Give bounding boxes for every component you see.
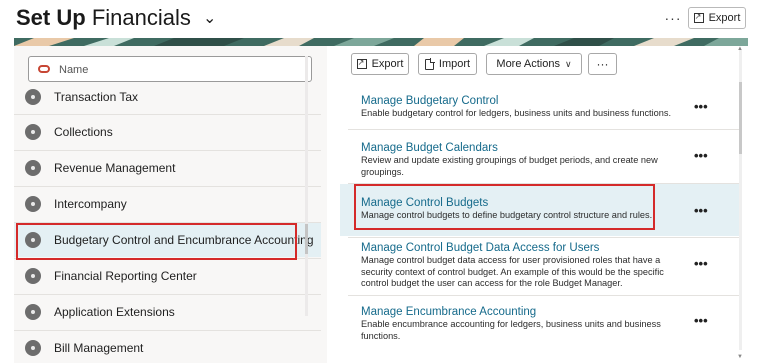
import-button[interactable]: Import [418,53,477,75]
task-link[interactable]: Manage Control Budgets [361,197,488,209]
task-row[interactable]: Manage Budget Calendars Review and updat… [340,130,740,182]
functional-area-icon [25,232,41,248]
export-icon [693,11,704,23]
export-icon [356,57,367,69]
functional-area-item[interactable]: Revenue Management [14,151,321,185]
search-field[interactable] [28,56,312,82]
chevron-down-icon[interactable]: ⌄ [203,6,216,32]
functional-area-label: Application Extensions [54,305,175,319]
task-link[interactable]: Manage Encumbrance Accounting [361,306,536,318]
task-actions-button[interactable]: ••• [694,313,708,328]
search-icon [38,65,50,73]
functional-area-item[interactable]: Financial Reporting Center [14,259,321,293]
functional-area-icon [25,340,41,356]
import-button-label: Import [438,58,471,70]
task-description: Review and update existing groupings of … [361,155,658,177]
task-actions-button[interactable]: ••• [694,203,708,218]
toolbar-overflow-button[interactable]: ··· [588,53,617,75]
page-title-bold: Set Up [16,5,86,30]
task-description: Manage control budget data access for us… [361,255,664,288]
task-link[interactable]: Manage Control Budget Data Access for Us… [361,242,599,254]
page-title-offering: Financials [91,5,191,30]
left-scrollbar-track[interactable] [305,56,308,316]
task-description: Enable budgetary control for ledgers, bu… [361,108,672,118]
functional-area-icon [25,160,41,176]
functional-area-label: Budgetary Control and Encumbrance Accoun… [54,233,314,247]
scroll-up-icon[interactable]: ▲ [737,46,743,52]
functional-area-label: Intercompany [54,197,127,211]
functional-areas-panel: Transaction Tax Collections Revenue Mana… [14,46,327,363]
more-actions-label: More Actions [496,58,560,70]
task-actions-button[interactable]: ••• [694,256,708,271]
task-row[interactable]: Manage Encumbrance Accounting Enable enc… [340,296,740,356]
functional-area-icon [25,304,41,320]
functional-area-item[interactable]: Application Extensions [14,295,321,329]
task-link[interactable]: Manage Budgetary Control [361,95,498,107]
functional-area-item[interactable]: Transaction Tax [14,80,321,114]
task-row-selected[interactable]: Manage Control Budgets Manage control bu… [340,184,740,236]
functional-area-label: Bill Management [54,341,144,355]
task-actions-button[interactable]: ••• [694,148,708,163]
export-button[interactable]: Export [351,53,409,75]
left-scrollbar-thumb[interactable] [305,224,308,254]
import-icon [424,57,435,70]
chevron-down-icon: ∨ [565,58,572,69]
functional-area-label: Transaction Tax [54,90,139,104]
functional-area-icon [25,196,41,212]
task-link[interactable]: Manage Budget Calendars [361,142,498,154]
functional-area-label: Collections [54,125,113,139]
header-export-button[interactable]: Export [688,7,746,29]
functional-area-label: Financial Reporting Center [54,269,197,283]
page-header: Set Up Financials ⌄ ··· Export [0,0,767,38]
task-row[interactable]: Manage Budgetary Control Enable budgetar… [340,87,740,128]
functional-area-item[interactable]: Bill Management [14,331,321,363]
page-title[interactable]: Set Up Financials ⌄ [16,5,216,32]
functional-area-item[interactable]: Intercompany [14,187,321,221]
task-actions-button[interactable]: ••• [694,99,708,114]
functional-area-item-selected[interactable]: Budgetary Control and Encumbrance Accoun… [14,223,321,257]
header-export-label: Export [708,12,741,24]
functional-area-icon [25,268,41,284]
more-actions-button[interactable]: More Actions ∨ [486,53,582,75]
task-description: Manage control budgets to define budgeta… [361,210,653,220]
task-row[interactable]: Manage Control Budget Data Access for Us… [340,238,740,294]
tasks-panel: Export Import More Actions ∨ ··· Manage … [340,46,750,363]
export-button-label: Export [371,58,404,70]
right-scrollbar-thumb[interactable] [739,82,742,154]
search-input[interactable] [59,61,299,78]
functional-area-icon [25,124,41,140]
scroll-down-icon[interactable]: ▼ [737,354,743,360]
functional-area-icon [25,89,41,105]
decorative-banner [14,38,748,46]
task-description: Enable encumbrance accounting for ledger… [361,319,661,341]
header-more-button[interactable]: ··· [664,9,682,27]
functional-area-item[interactable]: Collections [14,115,321,149]
functional-area-label: Revenue Management [54,161,176,175]
